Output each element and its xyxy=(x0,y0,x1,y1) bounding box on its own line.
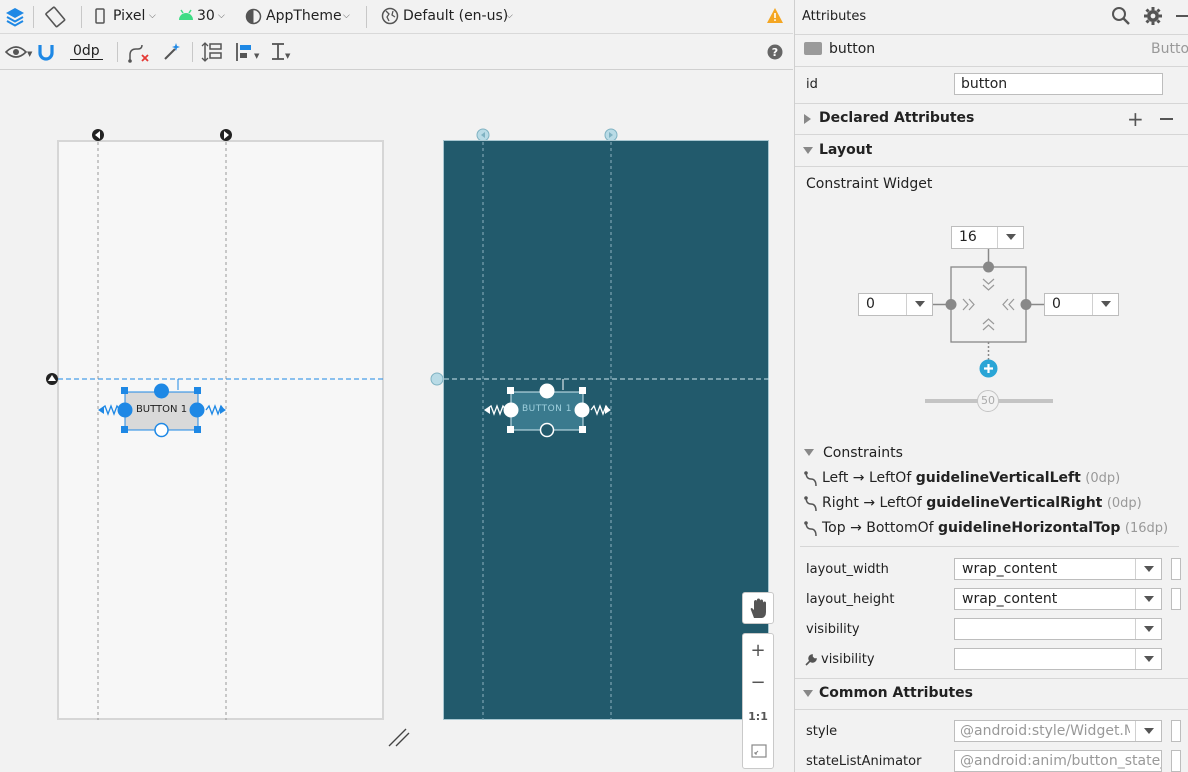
style-extra-button[interactable] xyxy=(1171,720,1181,742)
state-list-animator-extra-button[interactable] xyxy=(1171,750,1181,772)
common-attributes-title: Common Attributes xyxy=(819,685,973,701)
layout-width-extra-button[interactable] xyxy=(1171,558,1181,580)
layout-height-dropdown[interactable]: wrap_content xyxy=(954,588,1162,610)
visibility-label: visibility xyxy=(806,622,860,637)
chevron-down-icon: ⌵ xyxy=(149,11,156,21)
magnet-icon[interactable] xyxy=(37,43,55,65)
constraint-target: guidelineHorizontalTop xyxy=(938,520,1121,536)
constraint-icon xyxy=(803,471,819,491)
clear-constraints-icon[interactable] xyxy=(128,43,150,67)
chevron-down-icon: ⌵ xyxy=(506,11,513,21)
style-value: @android:style/Widget.M xyxy=(960,723,1130,739)
zoom-to-fit-icon[interactable] xyxy=(751,744,767,762)
button-1-preview[interactable]: BUTTON 1 xyxy=(125,404,198,415)
constraint-row-left[interactable]: Left → LeftOf guidelineVerticalLeft (0dp… xyxy=(803,469,1183,491)
margin-top-dropdown[interactable]: 16 xyxy=(951,226,1024,249)
globe-icon xyxy=(381,7,399,29)
constraint-row-right[interactable]: Right → LeftOf guidelineVerticalRight (0… xyxy=(803,494,1183,516)
constraint-icon xyxy=(803,496,819,516)
margin-top-value: 16 xyxy=(959,229,977,245)
eye-icon[interactable] xyxy=(4,44,28,64)
hand-icon xyxy=(749,598,769,624)
zoom-actual-size-button[interactable]: 1:1 xyxy=(743,710,773,723)
warning-icon[interactable] xyxy=(766,7,784,28)
constraints-label: Constraints xyxy=(823,445,903,461)
wrench-icon xyxy=(805,654,817,670)
default-margin-selector[interactable]: 0dp xyxy=(70,43,103,60)
layout-width-label: layout_width xyxy=(806,562,889,577)
zoom-controls: + − 1:1 xyxy=(742,633,774,769)
constraint-icon xyxy=(803,521,819,541)
constraint-text: Left → LeftOf xyxy=(822,470,916,486)
chevron-down-icon xyxy=(906,294,932,315)
button-1-blueprint[interactable]: BUTTON 1 xyxy=(511,404,583,414)
device-icon xyxy=(95,8,105,28)
chevron-down-icon: ▼ xyxy=(285,52,291,60)
constraint-text: Top → BottomOf xyxy=(822,520,939,536)
constraints-collapse-icon[interactable] xyxy=(804,449,814,456)
locale-selector[interactable]: Default (en-us) xyxy=(403,8,508,24)
bias-slider-thumb[interactable]: 50 xyxy=(977,390,999,412)
layout-height-extra-button[interactable] xyxy=(1171,588,1181,610)
constraint-toolbar: ▼ 0dp ▼ ▼ ? xyxy=(0,34,793,70)
zoom-out-icon[interactable]: − xyxy=(743,672,773,693)
pack-icon[interactable] xyxy=(201,42,223,66)
common-attributes-header[interactable]: Common Attributes xyxy=(795,679,1188,709)
help-icon[interactable]: ? xyxy=(767,44,783,64)
layout-height-label: layout_height xyxy=(806,592,895,607)
constraint-widget xyxy=(925,249,1053,403)
layout-width-dropdown[interactable]: wrap_content xyxy=(954,558,1162,580)
chevron-down-icon xyxy=(1135,721,1161,741)
zoom-in-icon[interactable]: + xyxy=(743,640,773,661)
tools-visibility-dropdown[interactable] xyxy=(954,648,1162,670)
chevron-down-icon xyxy=(1135,589,1161,609)
chevron-down-icon: ▼ xyxy=(254,52,260,60)
collapse-icon xyxy=(803,690,813,697)
margin-right-value: 0 xyxy=(1052,296,1061,312)
blueprint-preview[interactable] xyxy=(443,140,769,720)
android-icon xyxy=(177,9,195,25)
constraint-text: Right → LeftOf xyxy=(822,495,927,511)
constraint-dp: (16dp) xyxy=(1124,521,1169,536)
visibility-dropdown[interactable] xyxy=(954,618,1162,640)
svg-text:?: ? xyxy=(772,46,778,59)
style-label: style xyxy=(806,724,838,739)
layout-width-value: wrap_content xyxy=(962,561,1058,577)
layers-icon[interactable] xyxy=(4,6,26,32)
theme-selector[interactable]: AppTheme xyxy=(266,8,342,24)
add-constraint-icon[interactable] xyxy=(979,359,998,382)
orientation-icon[interactable] xyxy=(44,5,68,33)
chevron-down-icon xyxy=(1135,559,1161,579)
margin-left-dropdown[interactable]: 0 xyxy=(858,293,933,316)
api-level-selector[interactable]: 30 xyxy=(197,8,215,24)
state-list-animator-label: stateListAnimator xyxy=(806,754,922,769)
chevron-down-icon: ⌵ xyxy=(343,11,350,21)
margin-left-value: 0 xyxy=(866,296,875,312)
chevron-down-icon xyxy=(1135,649,1161,669)
attributes-panel: Attributes button Button id button Decla… xyxy=(794,0,1188,772)
constraint-target: guidelineVerticalLeft xyxy=(915,470,1081,486)
style-dropdown[interactable]: @android:style/Widget.M xyxy=(954,720,1162,742)
chevron-down-icon xyxy=(1092,294,1118,315)
magic-wand-icon[interactable] xyxy=(162,42,182,66)
constraint-row-top[interactable]: Top → BottomOf guidelineHorizontalTop (1… xyxy=(803,519,1183,541)
pan-tool[interactable] xyxy=(742,592,774,624)
device-selector[interactable]: Pixel xyxy=(113,8,145,24)
chevron-down-icon: ▼ xyxy=(27,50,33,58)
margin-right-dropdown[interactable]: 0 xyxy=(1044,293,1119,316)
chevron-down-icon xyxy=(997,227,1023,248)
constraint-target: guidelineVerticalRight xyxy=(926,495,1103,511)
design-toolbar: Pixel ⌵ 30 ⌵ AppTheme ⌵ Default (en-us) … xyxy=(0,0,793,34)
layout-height-value: wrap_content xyxy=(962,591,1058,607)
constraint-dp: (0dp) xyxy=(1085,471,1121,486)
design-canvas[interactable]: BUTTON 1 BUTTON 1 + − 1:1 xyxy=(0,70,793,772)
chevron-down-icon: ⌵ xyxy=(218,11,225,21)
chevron-down-icon xyxy=(1135,619,1161,639)
constraint-dp: (0dp) xyxy=(1106,496,1142,511)
tools-visibility-label: visibility xyxy=(821,652,875,667)
state-list-animator-field[interactable]: @android:anim/button_state_li xyxy=(954,750,1162,772)
theme-icon xyxy=(245,8,262,29)
